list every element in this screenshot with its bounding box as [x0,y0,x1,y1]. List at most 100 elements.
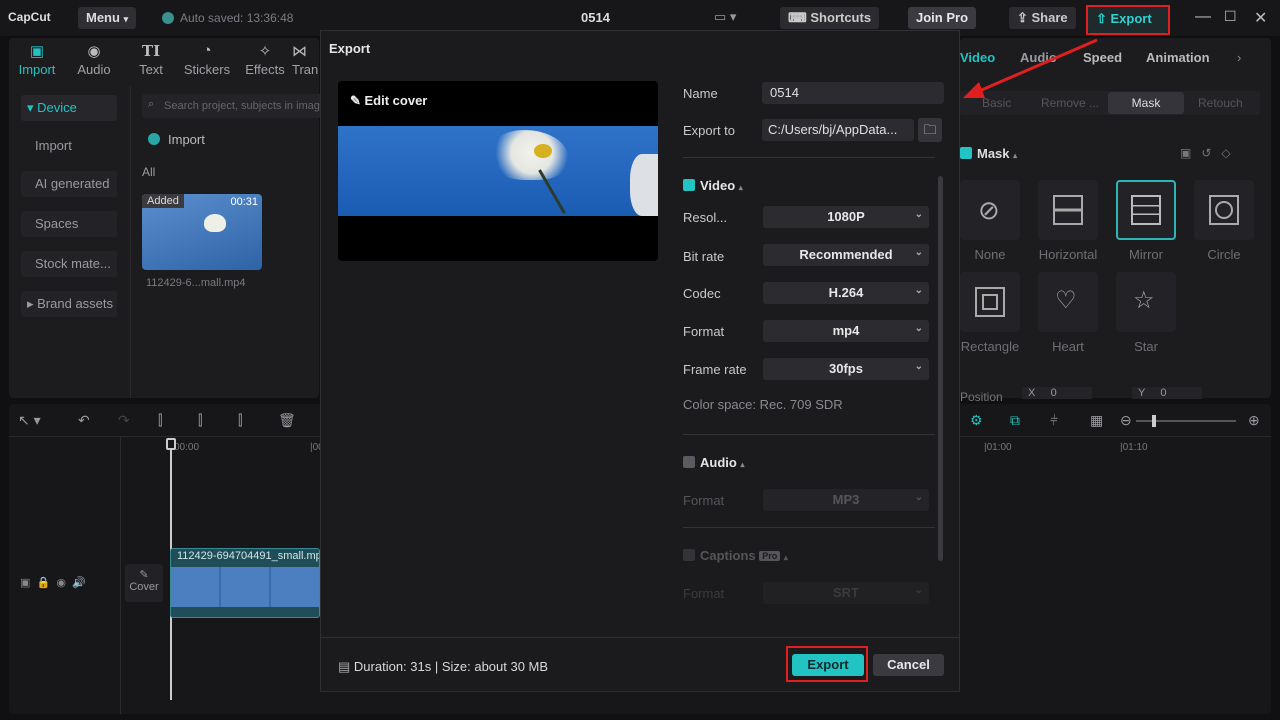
framerate-value: 30fps [829,361,863,376]
cover-label: Cover [129,581,159,593]
name-label: Name [683,86,718,101]
resolution-select[interactable]: 1080P ⌄ [763,206,929,228]
name-field[interactable]: 0514 [762,82,944,104]
sidebar-item-ai-generated[interactable]: AI generated [21,171,117,197]
magnet-icon[interactable]: ⚙ [970,412,983,429]
framerate-label: Frame rate [683,362,747,377]
zoom-slider[interactable] [1136,415,1236,427]
clip-duration: 00:31 [230,196,258,208]
mask-circle[interactable] [1194,180,1254,240]
export-dialog: Export ✎ Edit cover Name 0514 Export to … [320,30,960,692]
mask-label-none: None [974,247,1006,262]
audio-section-header[interactable]: Audio ▴ [683,455,744,470]
preview-icon[interactable]: ▦ [1090,412,1103,429]
share-button[interactable]: ⇪ Share [1009,7,1076,29]
chevron-down-icon: ⌄ [914,585,923,596]
mask-horizontal[interactable] [1038,180,1098,240]
shortcuts-button[interactable]: ⌨ Shortcuts [780,7,880,29]
tab-text[interactable]: TI Text [124,42,178,77]
redo-icon[interactable]: ↷ [118,412,130,429]
maximize-icon[interactable]: ☐ [1224,8,1237,25]
mask-rectangle[interactable] [960,272,1020,332]
zoom-slider-handle[interactable] [1152,415,1156,427]
bitrate-select[interactable]: Recommended ⌄ [763,244,929,266]
mask-mirror[interactable] [1116,180,1176,240]
tab-audio[interactable]: ◉ Audio [67,42,121,77]
menu-button[interactable]: Menu ▾ [78,7,136,29]
mask-heart[interactable]: ♡ [1038,272,1098,332]
minimize-icon[interactable]: — [1195,8,1211,26]
zoom-out-icon[interactable]: ⊖ [1120,412,1132,429]
divider [130,86,131,398]
position-x-field[interactable]: X 0 [1022,387,1092,399]
dialog-title: Export [329,41,371,56]
split-left-icon[interactable]: ⫿ [198,412,202,429]
import-button[interactable]: Import [148,132,205,147]
highlight-box [786,646,868,682]
close-icon[interactable]: ✕ [1254,8,1267,28]
ruler-label: |01:10 [1120,442,1148,453]
tab-transitions[interactable]: ⋈ Tran [292,42,320,77]
annotation-arrow [963,38,1098,98]
tab-effects[interactable]: ✧ Effects [238,42,292,77]
checkbox-checked-icon[interactable] [683,179,695,191]
filter-all[interactable]: All [142,165,155,179]
format-select[interactable]: mp4 ⌄ [763,320,929,342]
zoom-in-icon[interactable]: ⊕ [1248,412,1260,429]
scrollbar[interactable] [938,176,943,561]
audio-format-select[interactable]: MP3 ⌄ [763,489,929,511]
media-clip-thumbnail[interactable]: Added 00:31 [142,194,262,270]
snap-icon[interactable]: ⫩ [1050,412,1058,429]
flower-petals [488,130,568,180]
chevron-up-icon: ▴ [740,460,745,469]
playhead-handle[interactable] [166,438,176,450]
export-path-field[interactable]: C:/Users/bj/AppData... [762,119,914,141]
import-label: Import [168,132,205,147]
captions-section-header[interactable]: Captions Pro ▴ [683,548,788,563]
layout-icon[interactable]: ▭ ▾ [714,9,736,25]
subtab-retouch[interactable]: Retouch [1198,96,1243,110]
tab-animation[interactable]: Animation [1146,50,1210,65]
codec-select[interactable]: H.264 ⌄ [763,282,929,304]
framerate-select[interactable]: 30fps ⌄ [763,358,929,380]
keyframe-icons[interactable]: ▣ ↺ ◇ [1180,146,1231,160]
cancel-button[interactable]: Cancel [873,654,944,676]
subtab-mask[interactable]: Mask [1108,92,1184,114]
position-y-field[interactable]: Y 0 [1132,387,1202,399]
delete-icon[interactable]: 🗑 [278,412,296,429]
select-tool-icon[interactable]: ↖ ▾ [18,412,41,429]
sidebar-item-spaces[interactable]: Spaces [21,211,117,237]
cover-button[interactable]: ✎ Cover [125,564,163,602]
checkbox-disabled-icon[interactable] [683,549,695,561]
shortcuts-label: Shortcuts [810,10,872,25]
link-icon[interactable]: ⧉ [1010,412,1020,429]
codec-label: Codec [683,286,721,301]
video-header-label: Video [700,178,736,193]
captions-format-select[interactable]: SRT ⌄ [763,582,929,604]
folder-icon[interactable]: 🗀 [918,118,942,142]
mask-header[interactable]: Mask ▴ [960,146,1017,161]
tab-label: Import [18,62,56,77]
tab-import[interactable]: ▣ Import [10,42,64,77]
timeline-clip[interactable]: 112429-694704491_small.mp [170,548,320,618]
video-section-header[interactable]: Video ▴ [683,178,743,193]
track-controls[interactable]: ▣ 🔒 ◉ 🔊 [20,576,86,589]
split-icon[interactable]: ⫿ [158,412,162,429]
undo-icon[interactable]: ↶ [78,412,90,429]
chevron-down-icon: ⌄ [914,361,923,372]
sidebar-item-device[interactable]: ▾ Device [21,95,117,121]
split-right-icon[interactable]: ⫿ [238,412,242,429]
search-input[interactable]: ⌕ Search project, subjects in image [142,94,326,118]
sidebar-item-import[interactable]: Import [21,133,117,159]
mask-label-mirror: Mirror [1129,247,1163,262]
more-tabs-icon[interactable]: › [1237,50,1241,65]
sidebar-item-stock[interactable]: Stock mate... [21,251,117,277]
cover-preview[interactable]: ✎ Edit cover [338,81,658,261]
sidebar-item-brand-assets[interactable]: ▸ Brand assets [21,291,117,317]
tab-stickers[interactable]: ◔ Stickers [180,42,234,77]
checkbox-unchecked-icon[interactable] [683,456,695,468]
join-pro-button[interactable]: Join Pro [908,7,977,29]
mask-none[interactable]: ⊘ [960,180,1020,240]
mask-star[interactable]: ☆ [1116,272,1176,332]
edit-cover-button[interactable]: ✎ Edit cover [350,93,427,109]
